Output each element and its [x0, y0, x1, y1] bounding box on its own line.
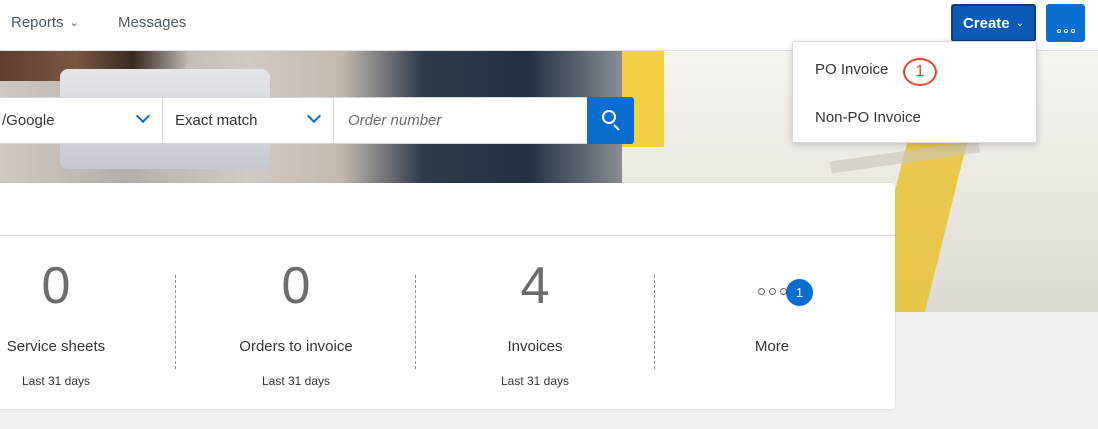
stat-value: 0 [41, 257, 71, 315]
create-dropdown-menu: PO Invoice 1 Non-PO Invoice [792, 41, 1037, 143]
ellipsis-icon [1056, 29, 1075, 33]
menu-item-po-invoice[interactable]: PO Invoice [815, 61, 888, 78]
menu-item-non-po-invoice[interactable]: Non-PO Invoice [815, 109, 921, 126]
nav-reports-label: Reports [11, 14, 64, 31]
source-select-value: /Google [2, 112, 55, 129]
match-type-select[interactable]: Exact match [162, 97, 334, 144]
stat-period: Last 31 days [261, 374, 331, 388]
stats-card: 0 Service sheets Last 31 days 0 Orders t… [0, 183, 895, 409]
stat-value: 4 [520, 257, 550, 315]
stat-label: Service sheets [6, 338, 106, 355]
more-actions-button[interactable] [1046, 4, 1085, 42]
search-button[interactable] [587, 97, 634, 144]
chevron-down-icon [306, 108, 322, 124]
stat-value: 0 [281, 257, 311, 315]
stat-label: Invoices [507, 338, 563, 355]
stat-service-sheets[interactable]: 0 Service sheets Last 31 days [0, 256, 176, 388]
stat-label: More [754, 338, 790, 355]
stat-invoices[interactable]: 4 Invoices Last 31 days [415, 256, 655, 388]
create-button[interactable]: Create ⌄ [951, 4, 1036, 42]
notification-badge: 1 [786, 279, 813, 306]
match-type-select-value: Exact match [175, 112, 258, 129]
stat-more[interactable]: 1 More [652, 256, 892, 384]
chevron-down-icon: ⌄ [69, 17, 79, 29]
search-icon [602, 110, 616, 124]
nav-reports[interactable]: Reports ⌄ [11, 0, 79, 45]
stat-orders-to-invoice[interactable]: 0 Orders to invoice Last 31 days [176, 256, 416, 388]
more-icon: 1 [652, 256, 892, 316]
create-button-label: Create [962, 14, 1010, 32]
stats-card-header [0, 183, 895, 236]
stat-period: Last 31 days [500, 374, 570, 388]
stat-label: Orders to invoice [239, 338, 353, 355]
stat-period: Last 31 days [21, 374, 91, 388]
ellipsis-icon [757, 287, 787, 295]
order-number-input[interactable] [333, 97, 588, 144]
step-callout-marker: 1 [903, 58, 937, 86]
search-icon-handle [613, 124, 620, 131]
source-select[interactable]: /Google [0, 97, 163, 144]
chevron-down-icon: ⌄ [1015, 17, 1025, 29]
chevron-down-icon [135, 108, 151, 124]
nav-messages[interactable]: Messages [118, 0, 186, 45]
